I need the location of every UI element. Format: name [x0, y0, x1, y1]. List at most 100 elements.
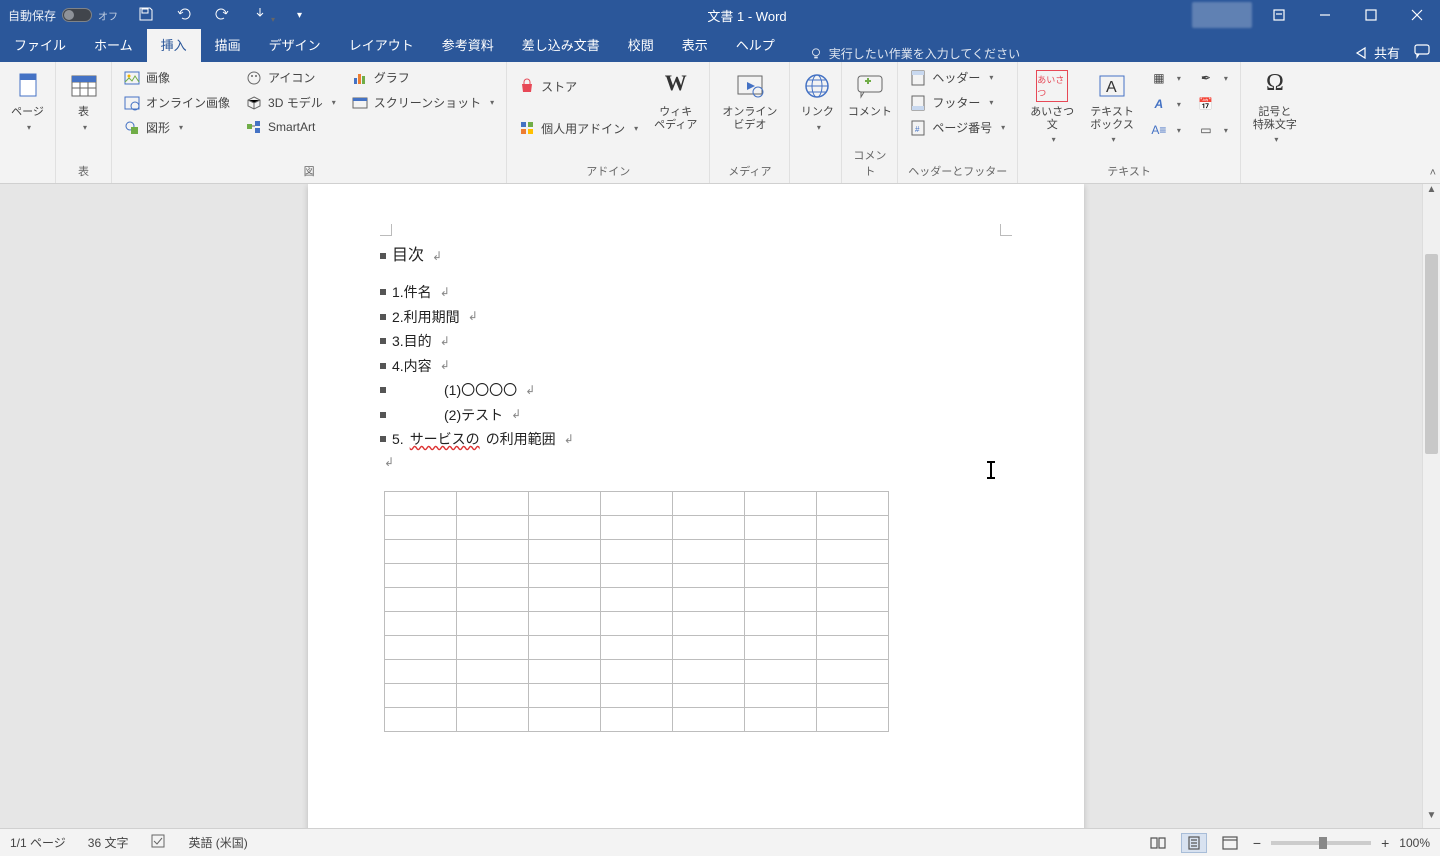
- table-cell[interactable]: [529, 635, 601, 659]
- table-cell[interactable]: [385, 587, 457, 611]
- table-cell[interactable]: [601, 683, 673, 707]
- table-cell[interactable]: [601, 659, 673, 683]
- document-content[interactable]: 目次↲ 1.件名↲ 2.利用期間↲ 3.目的↲ 4.内容↲ (1)〇〇〇〇↲ (…: [308, 184, 1084, 756]
- table-cell[interactable]: [457, 683, 529, 707]
- tab-design[interactable]: デザイン: [255, 29, 335, 62]
- table-cell[interactable]: [673, 683, 745, 707]
- table-cell[interactable]: [601, 587, 673, 611]
- shapes-button[interactable]: 図形: [118, 116, 236, 139]
- table-cell[interactable]: [457, 515, 529, 539]
- table-cell[interactable]: [817, 635, 889, 659]
- share-button[interactable]: 共有: [1354, 43, 1400, 62]
- proofing-icon[interactable]: [150, 833, 166, 852]
- comment-button[interactable]: コメント: [848, 66, 891, 123]
- 3d-models-button[interactable]: 3D モデル: [240, 91, 342, 114]
- table-cell[interactable]: [673, 563, 745, 587]
- table-cell[interactable]: [529, 563, 601, 587]
- table-cell[interactable]: [385, 491, 457, 515]
- table-cell[interactable]: [385, 563, 457, 587]
- table-cell[interactable]: [601, 563, 673, 587]
- table-cell[interactable]: [817, 515, 889, 539]
- scroll-down-icon[interactable]: ▼: [1423, 810, 1440, 828]
- smartart-button[interactable]: SmartArt: [240, 116, 342, 138]
- table-cell[interactable]: [673, 539, 745, 563]
- table-cell[interactable]: [673, 659, 745, 683]
- collapse-ribbon-icon[interactable]: ˄: [1430, 167, 1436, 179]
- table-cell[interactable]: [817, 611, 889, 635]
- table-cell[interactable]: [385, 683, 457, 707]
- zoom-out-button[interactable]: −: [1253, 835, 1261, 851]
- status-page[interactable]: 1/1 ページ: [10, 834, 66, 851]
- table-cell[interactable]: [529, 587, 601, 611]
- touch-mode-icon[interactable]: [252, 6, 275, 25]
- zoom-in-button[interactable]: +: [1381, 835, 1389, 851]
- symbols-button[interactable]: Ω 記号と 特殊文字: [1247, 66, 1303, 148]
- text-box-button[interactable]: A テキスト ボックス: [1084, 66, 1140, 148]
- tell-me-search[interactable]: 実行したい作業を入力してください: [809, 45, 1020, 62]
- drop-cap-button[interactable]: A≡: [1144, 118, 1187, 142]
- online-video-button[interactable]: オンライン ビデオ: [716, 66, 783, 135]
- link-button[interactable]: リンク: [796, 66, 838, 136]
- table-cell[interactable]: [745, 539, 817, 563]
- table-cell[interactable]: [673, 491, 745, 515]
- date-time-button[interactable]: 📅: [1191, 92, 1234, 116]
- tab-review[interactable]: 校閲: [614, 29, 668, 62]
- wordart-button[interactable]: A: [1144, 92, 1187, 116]
- table-cell[interactable]: [745, 635, 817, 659]
- pages-button[interactable]: ページ: [6, 66, 49, 136]
- web-layout-button[interactable]: [1217, 833, 1243, 853]
- undo-icon[interactable]: [176, 6, 192, 25]
- quick-parts-button[interactable]: ▦: [1144, 66, 1187, 90]
- table-cell[interactable]: [817, 707, 889, 731]
- wikipedia-button[interactable]: W ウィキ ペディア: [648, 66, 703, 135]
- footer-button[interactable]: フッター: [904, 91, 1011, 114]
- table-cell[interactable]: [817, 683, 889, 707]
- page[interactable]: 目次↲ 1.件名↲ 2.利用期間↲ 3.目的↲ 4.内容↲ (1)〇〇〇〇↲ (…: [308, 184, 1084, 828]
- table-cell[interactable]: [817, 491, 889, 515]
- scroll-up-icon[interactable]: ▲: [1423, 184, 1440, 202]
- table-cell[interactable]: [457, 539, 529, 563]
- table-cell[interactable]: [673, 611, 745, 635]
- table-cell[interactable]: [601, 635, 673, 659]
- table-cell[interactable]: [745, 563, 817, 587]
- screenshot-button[interactable]: スクリーンショット: [346, 91, 500, 114]
- table-cell[interactable]: [529, 707, 601, 731]
- object-button[interactable]: ▭: [1191, 118, 1234, 142]
- maximize-icon[interactable]: [1348, 0, 1394, 30]
- table-cell[interactable]: [385, 515, 457, 539]
- table-cell[interactable]: [529, 539, 601, 563]
- zoom-slider[interactable]: [1271, 841, 1371, 845]
- table-cell[interactable]: [385, 539, 457, 563]
- table-cell[interactable]: [745, 659, 817, 683]
- zoom-knob[interactable]: [1319, 837, 1327, 849]
- save-icon[interactable]: [138, 6, 154, 25]
- table-cell[interactable]: [457, 587, 529, 611]
- icons-button[interactable]: アイコン: [240, 66, 342, 89]
- table-cell[interactable]: [457, 563, 529, 587]
- table-cell[interactable]: [457, 659, 529, 683]
- table-cell[interactable]: [385, 659, 457, 683]
- pictures-button[interactable]: 画像: [118, 66, 236, 89]
- autosave-switch[interactable]: [62, 8, 92, 22]
- autosave-toggle[interactable]: 自動保存 オフ: [8, 7, 118, 24]
- table-cell[interactable]: [817, 539, 889, 563]
- table-cell[interactable]: [673, 635, 745, 659]
- redo-icon[interactable]: [214, 6, 230, 25]
- tab-references[interactable]: 参考資料: [428, 29, 508, 62]
- table-cell[interactable]: [817, 587, 889, 611]
- table-cell[interactable]: [745, 491, 817, 515]
- comments-pane-icon[interactable]: [1414, 43, 1430, 62]
- table-cell[interactable]: [673, 587, 745, 611]
- tab-home[interactable]: ホーム: [80, 29, 147, 62]
- table-cell[interactable]: [673, 515, 745, 539]
- online-pictures-button[interactable]: オンライン画像: [118, 91, 236, 114]
- table-cell[interactable]: [601, 707, 673, 731]
- table-cell[interactable]: [601, 539, 673, 563]
- page-number-button[interactable]: #ページ番号: [904, 116, 1011, 139]
- tab-layout[interactable]: レイアウト: [335, 29, 428, 62]
- table-cell[interactable]: [457, 491, 529, 515]
- table-cell[interactable]: [745, 683, 817, 707]
- table-cell[interactable]: [457, 635, 529, 659]
- table-cell[interactable]: [385, 707, 457, 731]
- document-area[interactable]: 目次↲ 1.件名↲ 2.利用期間↲ 3.目的↲ 4.内容↲ (1)〇〇〇〇↲ (…: [0, 184, 1440, 828]
